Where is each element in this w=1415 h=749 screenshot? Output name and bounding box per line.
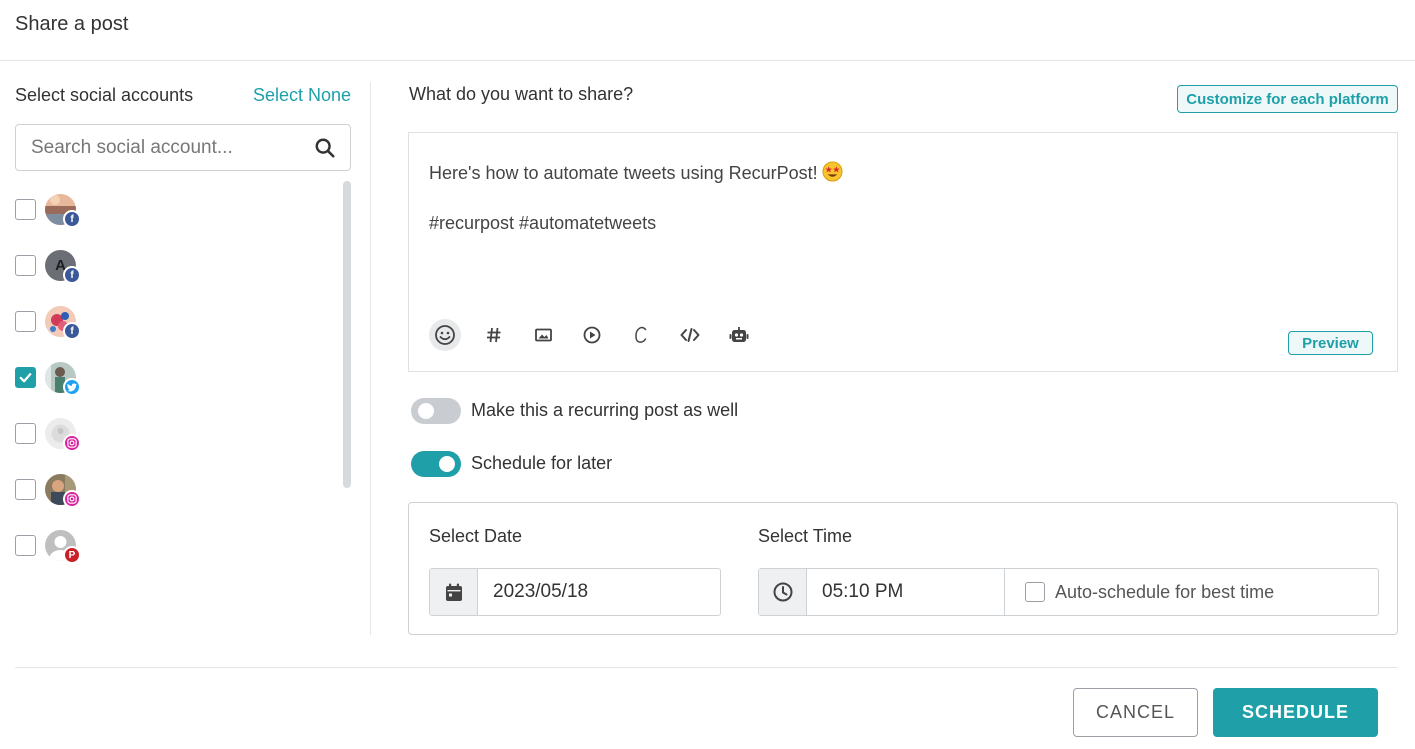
customize-platform-button[interactable]: Customize for each platform: [1177, 85, 1398, 113]
facebook-icon: f: [63, 210, 81, 228]
schedule-later-toggle[interactable]: [411, 451, 461, 477]
account-item[interactable]: [15, 358, 335, 414]
image-icon[interactable]: [527, 319, 559, 351]
share-question: What do you want to share?: [409, 84, 634, 104]
facebook-icon: f: [63, 266, 81, 284]
search-account-input[interactable]: [16, 125, 296, 170]
account-item[interactable]: f: [15, 190, 335, 246]
editor-toolbar: [429, 319, 772, 351]
account-item[interactable]: [15, 470, 335, 526]
search-account-box: [15, 124, 351, 171]
canva-icon[interactable]: [625, 319, 657, 351]
account-checkbox[interactable]: [15, 423, 36, 444]
twitter-icon: [63, 378, 81, 396]
accounts-scrollbar[interactable]: [343, 181, 351, 488]
instagram-icon: [63, 490, 81, 508]
schedule-later-label: Schedule for later: [471, 453, 613, 473]
recurring-label: Make this a recurring post as well: [471, 400, 739, 420]
footer-divider: [15, 667, 1398, 668]
post-text-line1[interactable]: Here's how to automate tweets using Recu…: [429, 161, 843, 184]
select-none-link[interactable]: Select None: [253, 85, 351, 106]
account-item[interactable]: P: [15, 526, 335, 582]
account-list: f A f f P: [15, 190, 335, 582]
post-text: Here's how to automate tweets using Recu…: [429, 163, 818, 183]
account-item[interactable]: [15, 414, 335, 470]
title-divider: [0, 60, 1415, 61]
account-checkbox[interactable]: [15, 535, 36, 556]
star-struck-emoji-icon: [822, 161, 843, 182]
recurring-toggle[interactable]: [411, 398, 461, 424]
code-icon[interactable]: [674, 319, 706, 351]
auto-schedule-checkbox[interactable]: [1025, 582, 1045, 602]
date-label: Select Date: [429, 526, 523, 546]
accounts-label: Select social accounts: [15, 84, 194, 105]
schedule-button[interactable]: SCHEDULE: [1213, 688, 1378, 737]
column-divider: [370, 82, 371, 635]
auto-schedule-label: Auto-schedule for best time: [1055, 581, 1275, 602]
auto-schedule-option[interactable]: Auto-schedule for best time: [1004, 569, 1378, 615]
emoji-icon[interactable]: [429, 319, 461, 351]
time-input-group: 05:10 PM Auto-schedule for best time: [758, 568, 1379, 616]
bot-icon[interactable]: [723, 319, 755, 351]
date-input[interactable]: 2023/05/18: [429, 568, 721, 616]
schedule-panel: Select Date Select Time 2023/05/18 05:10…: [408, 502, 1398, 635]
post-hashtags[interactable]: #recurpost #automatetweets: [429, 213, 656, 234]
pinterest-icon: P: [63, 546, 81, 564]
time-value[interactable]: 05:10 PM: [807, 569, 1004, 615]
account-item[interactable]: A f: [15, 246, 335, 302]
search-icon[interactable]: [314, 137, 336, 159]
toggle-knob: [439, 456, 455, 472]
account-checkbox[interactable]: [15, 255, 36, 276]
account-checkbox[interactable]: [15, 199, 36, 220]
date-value[interactable]: 2023/05/18: [478, 569, 720, 615]
video-icon[interactable]: [576, 319, 608, 351]
cancel-button[interactable]: CANCEL: [1073, 688, 1198, 737]
account-checkbox[interactable]: [15, 479, 36, 500]
toggle-knob: [418, 403, 434, 419]
accounts-panel-header: Select social accounts Select None: [15, 80, 351, 110]
instagram-icon: [63, 434, 81, 452]
time-label: Select Time: [758, 526, 853, 546]
clock-icon[interactable]: [759, 569, 807, 615]
hashtag-icon[interactable]: [478, 319, 510, 351]
calendar-icon[interactable]: [430, 569, 478, 615]
preview-button[interactable]: Preview: [1288, 331, 1373, 355]
facebook-icon: f: [63, 322, 81, 340]
modal-title: Share a post: [15, 13, 129, 35]
post-editor[interactable]: Here's how to automate tweets using Recu…: [408, 132, 1398, 372]
account-checkbox[interactable]: [15, 311, 36, 332]
account-checkbox-checked[interactable]: [15, 367, 36, 388]
account-item[interactable]: f: [15, 302, 335, 358]
